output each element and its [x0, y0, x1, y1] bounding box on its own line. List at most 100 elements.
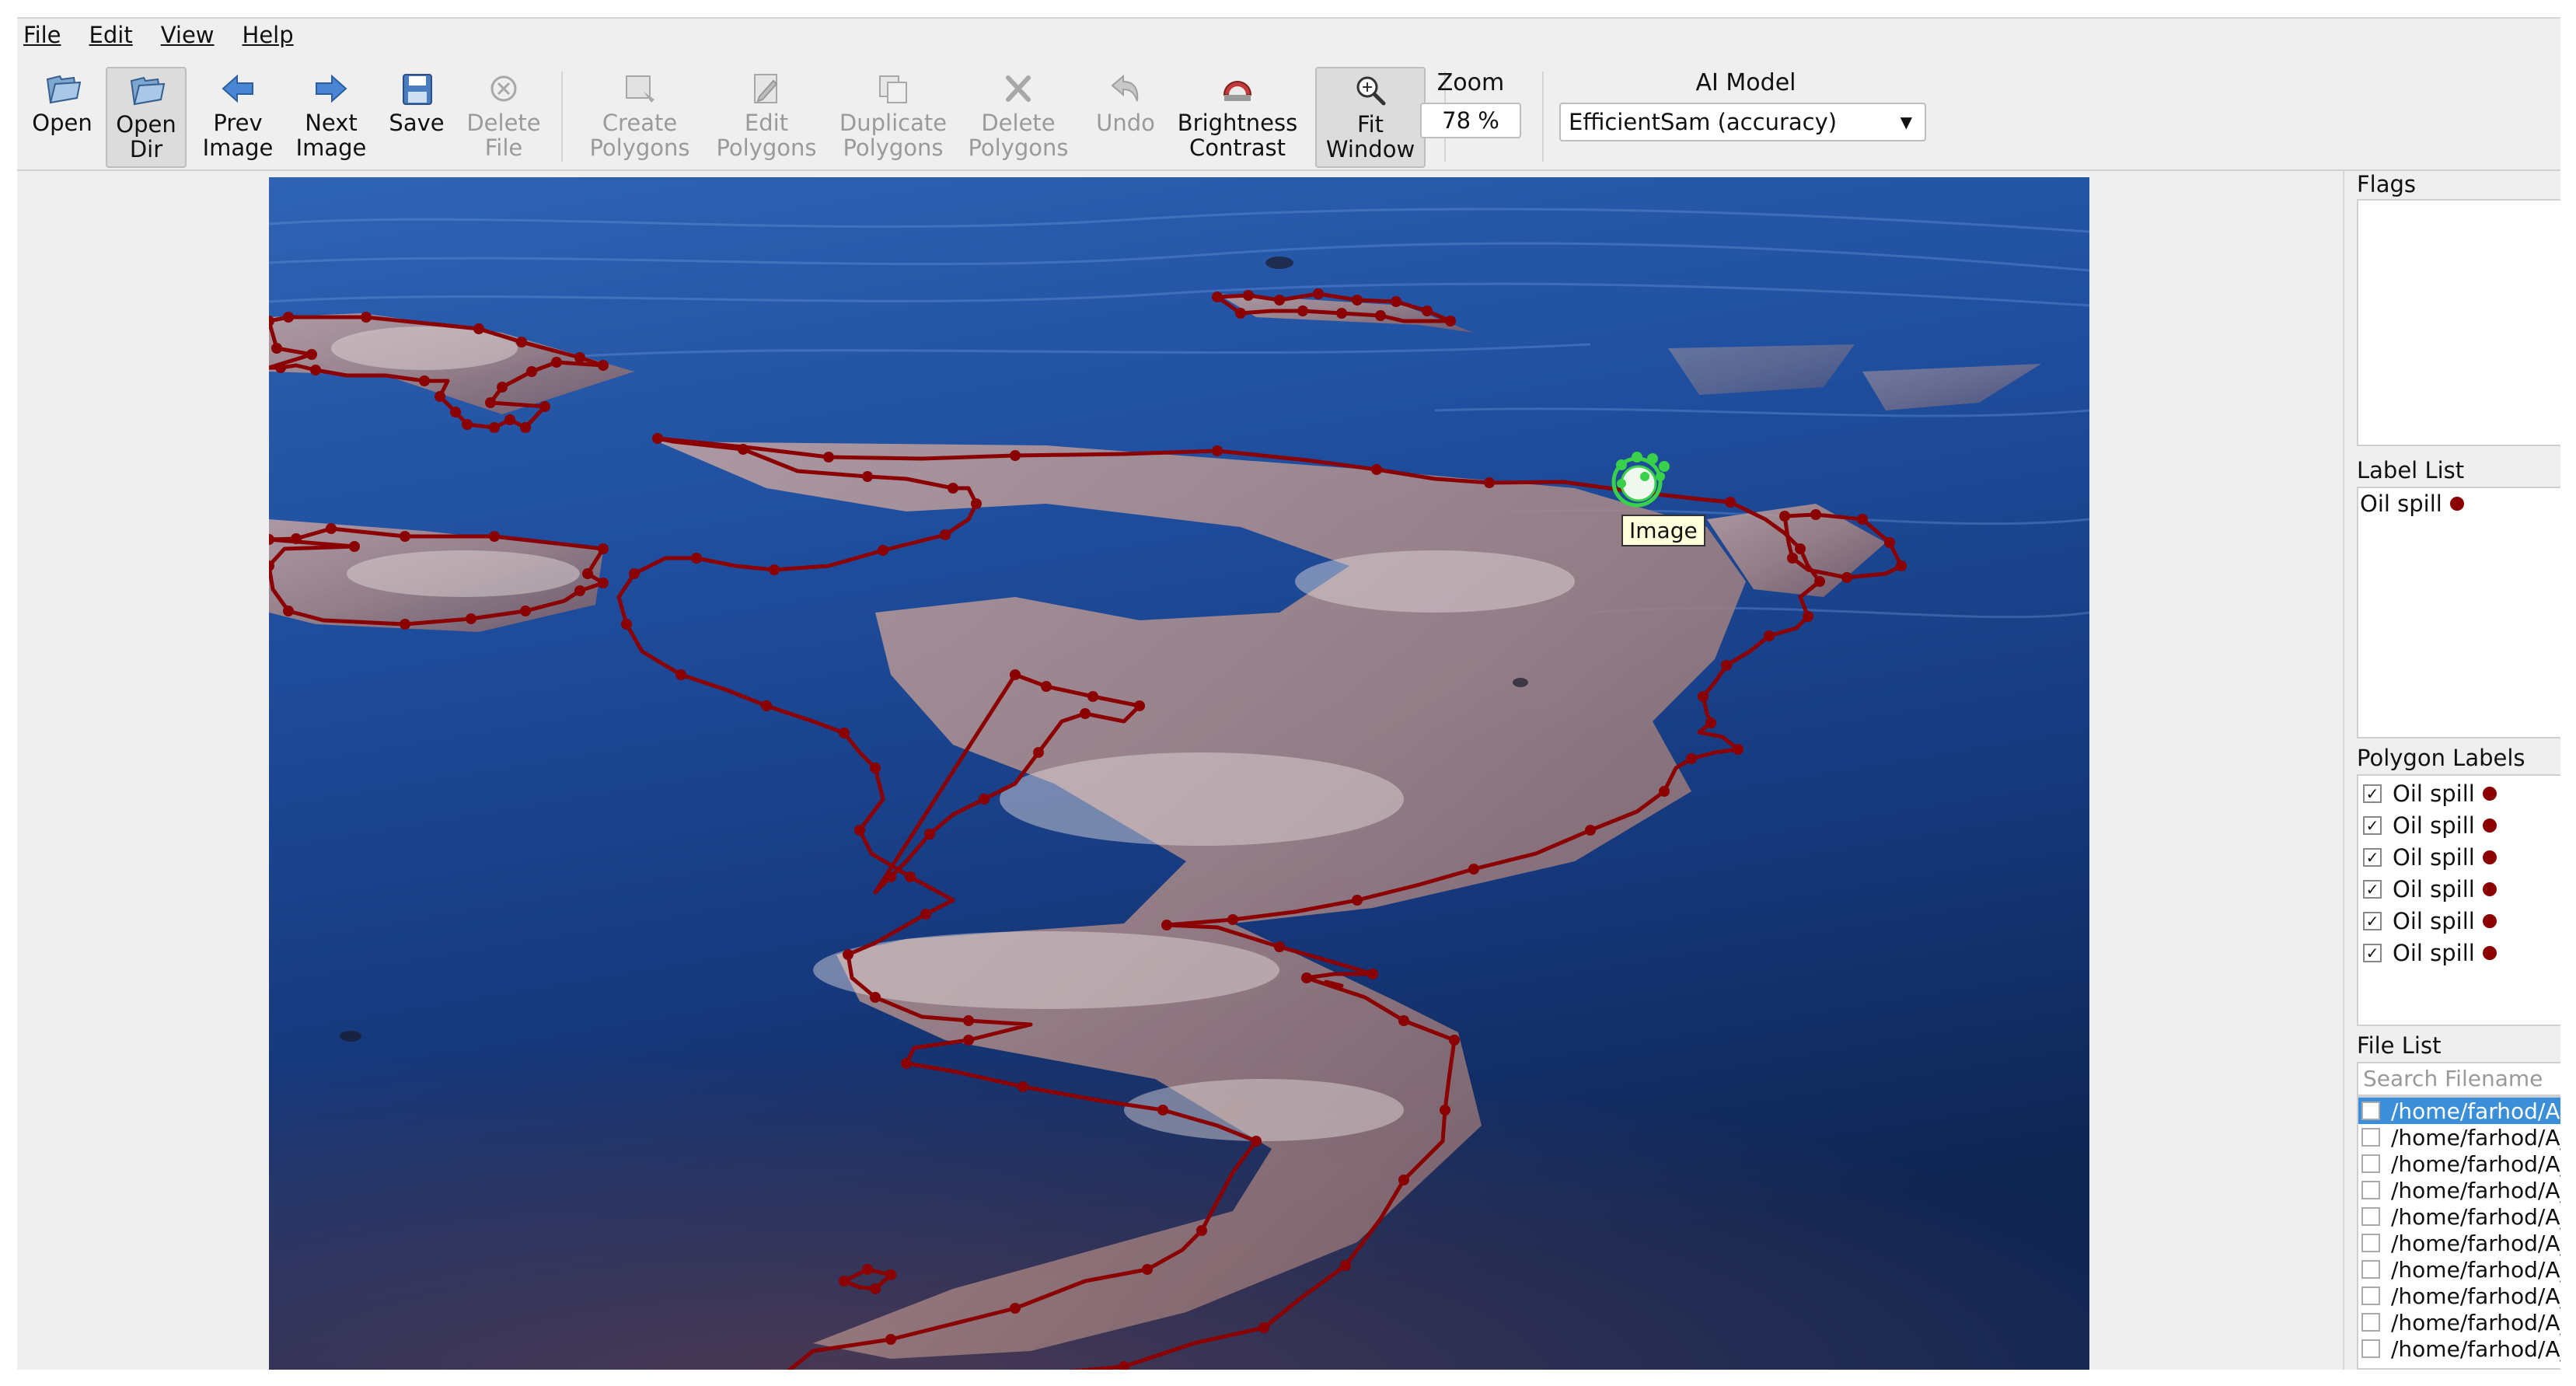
- delete-file-button[interactable]: Delete File: [466, 67, 541, 168]
- polygon-label-item[interactable]: ✓ Oil spill: [2358, 809, 2560, 841]
- menu-help-label: Help: [242, 22, 294, 48]
- edit-polygons-button[interactable]: Edit Polygons: [709, 67, 824, 168]
- next-image-button-label: Next Image: [295, 110, 367, 161]
- file-checkbox[interactable]: [2361, 1339, 2380, 1358]
- folder-open-icon: [130, 76, 166, 106]
- file-checkbox[interactable]: [2361, 1260, 2380, 1279]
- polygon-label-item[interactable]: ✓ Oil spill: [2358, 937, 2560, 969]
- zoom-input[interactable]: 78 %: [1420, 103, 1521, 138]
- polygon-visibility-checkbox[interactable]: ✓: [2363, 879, 2382, 899]
- file-path: /home/farhod/A_: [2391, 1150, 2560, 1177]
- delete-circle-icon: [490, 75, 517, 102]
- file-list-item[interactable]: /home/farhod/A_: [2358, 1335, 2560, 1362]
- polygon-labels-title: Polygon Labels: [2357, 745, 2525, 771]
- label-color-dot: [2482, 913, 2497, 928]
- menu-file-label: File: [23, 22, 61, 48]
- file-path: /home/farhod/A_: [2391, 1309, 2560, 1335]
- delete-polygons-button-label: Delete Polygons: [968, 110, 1069, 161]
- prev-image-button[interactable]: Prev Image: [197, 67, 278, 168]
- toolbar: Open Open Dir Prev Image Next Image Save…: [17, 51, 2560, 171]
- polygon-visibility-checkbox[interactable]: ✓: [2363, 943, 2382, 962]
- fit-window-button-label: Fit Window: [1325, 111, 1415, 162]
- polygon-visibility-checkbox[interactable]: ✓: [2363, 911, 2382, 930]
- label-list-item[interactable]: Oil spill: [2358, 488, 2560, 519]
- oil-spill-photo: [269, 177, 2089, 1370]
- file-checkbox[interactable]: [2361, 1154, 2380, 1173]
- label-color-dot: [2482, 786, 2497, 801]
- label-color-dot: [2449, 497, 2464, 511]
- file-checkbox[interactable]: [2361, 1287, 2380, 1305]
- file-list-item[interactable]: /home/farhod/A: [2358, 1098, 2560, 1124]
- create-polygons-button[interactable]: Create Polygons: [581, 67, 698, 168]
- file-list-item[interactable]: /home/farhod/A_: [2358, 1256, 2560, 1283]
- polygon-visibility-checkbox[interactable]: ✓: [2363, 815, 2382, 835]
- file-list-item[interactable]: /home/farhod/A_: [2358, 1309, 2560, 1335]
- next-image-button[interactable]: Next Image: [291, 67, 372, 168]
- delete-polygons-button[interactable]: Delete Polygons: [961, 67, 1076, 168]
- edit-polygons-button-label: Edit Polygons: [716, 110, 817, 161]
- file-path: /home/farhod/A_: [2391, 1124, 2560, 1150]
- polygon-visibility-checkbox[interactable]: ✓: [2363, 847, 2382, 867]
- file-list-item[interactable]: /home/farhod/A_: [2358, 1283, 2560, 1309]
- brightness-contrast-button[interactable]: Brightness Contrast: [1175, 67, 1300, 168]
- label-list-panel: Oil spill: [2357, 487, 2560, 738]
- file-checkbox[interactable]: [2361, 1101, 2380, 1120]
- copy-icon: [879, 75, 907, 103]
- open-dir-button[interactable]: Open Dir: [106, 67, 187, 168]
- label-color-dot: [2482, 850, 2497, 864]
- toolbar-separator: [561, 72, 563, 162]
- label-list-item-text: Oil spill: [2360, 491, 2442, 517]
- file-search-input[interactable]: Search Filename: [2357, 1062, 2560, 1096]
- open-button-label: Open: [32, 110, 92, 136]
- annotated-image[interactable]: [269, 177, 2089, 1370]
- file-checkbox[interactable]: [2361, 1207, 2380, 1226]
- image-canvas[interactable]: Image: [17, 171, 2330, 1370]
- menu-help[interactable]: Help: [239, 22, 297, 48]
- file-list-item[interactable]: /home/farhod/A_: [2358, 1124, 2560, 1150]
- file-list-item[interactable]: /home/farhod/A_: [2358, 1230, 2560, 1256]
- file-path: /home/farhod/A_: [2391, 1256, 2560, 1283]
- save-button[interactable]: Save: [386, 67, 448, 168]
- file-checkbox[interactable]: [2361, 1313, 2380, 1332]
- menu-view[interactable]: View: [158, 22, 218, 48]
- zoom-control: Zoom 78 %: [1416, 65, 1525, 138]
- file-checkbox[interactable]: [2361, 1128, 2380, 1147]
- polygon-label-text: Oil spill: [2393, 907, 2475, 934]
- polygon-label-text: Oil spill: [2393, 875, 2475, 902]
- file-path: /home/farhod/A_: [2391, 1283, 2560, 1309]
- flags-panel[interactable]: [2357, 199, 2560, 446]
- arrow-right-icon: [316, 74, 347, 103]
- menu-file[interactable]: File: [20, 22, 65, 48]
- toolbar-separator: [1542, 72, 1544, 162]
- ai-model-select[interactable]: EfficientSam (accuracy) ▼: [1559, 103, 1926, 141]
- right-dock: Flags Label List Oil spill Polygon Label…: [2343, 171, 2560, 1370]
- duplicate-polygons-button[interactable]: Duplicate Polygons: [835, 67, 951, 168]
- polygon-label-text: Oil spill: [2393, 780, 2475, 807]
- file-list-item[interactable]: /home/farhod/A_: [2358, 1150, 2560, 1177]
- file-checkbox[interactable]: [2361, 1181, 2380, 1199]
- open-button[interactable]: Open: [25, 67, 99, 168]
- file-list-title: File List: [2357, 1032, 2442, 1059]
- brightness-icon: [1223, 81, 1252, 101]
- polygon-label-item[interactable]: ✓ Oil spill: [2358, 841, 2560, 873]
- polygon-label-text: Oil spill: [2393, 939, 2475, 966]
- delete-file-button-label: Delete File: [466, 110, 541, 161]
- menu-edit[interactable]: Edit: [86, 22, 136, 48]
- polygon-labels-panel: ✓ Oil spill ✓ Oil spill ✓ Oil spill ✓ Oil sp…: [2357, 774, 2560, 1026]
- polygon-label-item[interactable]: ✓ Oil spill: [2358, 873, 2560, 905]
- annotation-app-window: File Edit View Help Open Open Dir Prev I…: [17, 17, 2560, 1370]
- fit-window-button[interactable]: Fit Window: [1315, 67, 1426, 168]
- ai-model-control: AI Model EfficientSam (accuracy) ▼: [1559, 65, 1932, 141]
- label-color-dot: [2482, 818, 2497, 833]
- polygon-label-item[interactable]: ✓ Oil spill: [2358, 777, 2560, 809]
- polygon-visibility-checkbox[interactable]: ✓: [2363, 784, 2382, 803]
- label-list-title: Label List: [2357, 457, 2465, 484]
- flags-title: Flags: [2357, 171, 2417, 197]
- file-list-item[interactable]: /home/farhod/A_: [2358, 1203, 2560, 1230]
- prev-image-button-label: Prev Image: [202, 110, 274, 161]
- undo-button[interactable]: Undo: [1087, 67, 1164, 168]
- file-path: /home/farhod/A_: [2391, 1203, 2560, 1230]
- file-checkbox[interactable]: [2361, 1234, 2380, 1252]
- file-list-item[interactable]: /home/farhod/A_: [2358, 1177, 2560, 1203]
- polygon-label-item[interactable]: ✓ Oil spill: [2358, 905, 2560, 937]
